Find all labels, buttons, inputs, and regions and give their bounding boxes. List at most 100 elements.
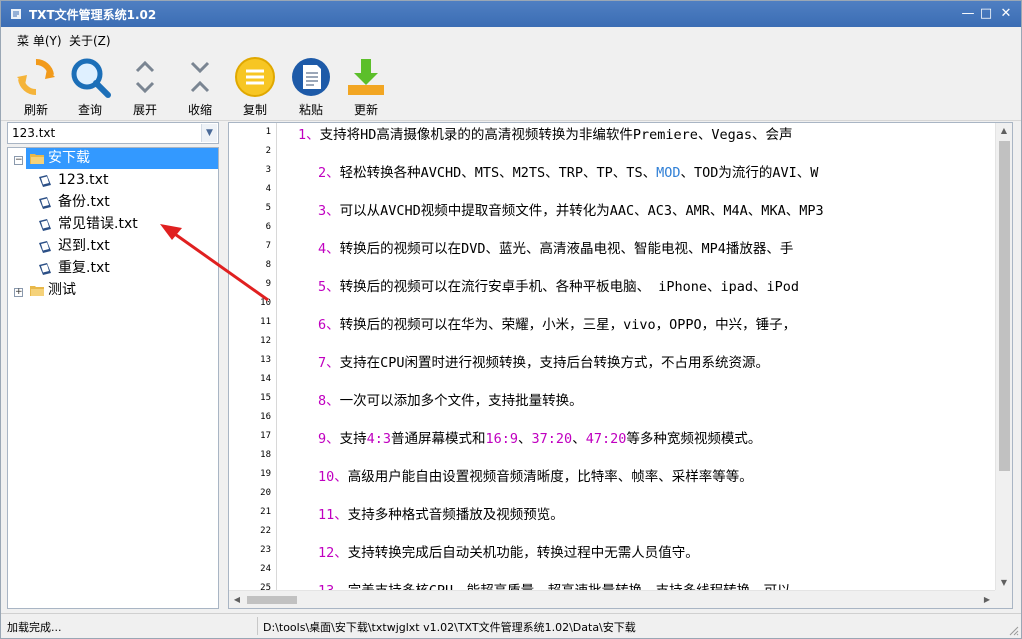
- text-editor[interactable]: 1 2 3 4 5 6 7 8 9 10 11 12 13 14 15 16 17 18 19 20 21 22 23 24 2…: [228, 122, 1013, 609]
- app-window: TXT文件管理系统1.02 — □ ✕ 菜 单(Y) 关于(Z) 刷新 查询 展…: [0, 0, 1022, 639]
- update-label: 更新: [353, 103, 378, 117]
- list-number: 11、: [318, 507, 348, 523]
- minimize-button[interactable]: —: [959, 5, 977, 23]
- file-selector[interactable]: 123.txt ▼: [7, 122, 219, 144]
- line-number: 17: [260, 431, 271, 441]
- code-line: 8、一次可以添加多个文件，支持批量转换。: [318, 389, 583, 409]
- status-path: D:\tools\桌面\安下载\txtwjglxt v1.02\TXT文件管理系…: [263, 621, 636, 634]
- maximize-button[interactable]: □: [977, 5, 995, 23]
- line-number: 24: [260, 564, 271, 574]
- code-line: 4、转换后的视频可以在DVD、蓝光、高清液晶电视、智能电视、MP4播放器、手: [318, 237, 793, 257]
- vertical-scrollbar[interactable]: ▲ ▼: [995, 123, 1012, 591]
- tree-item-folder[interactable]: 测试: [26, 280, 176, 301]
- code-line: 2、轻松转换各种AVCHD、MTS、M2TS、TRP、TP、TS、MOD、TOD…: [318, 161, 818, 181]
- search-label: 查询: [77, 103, 102, 117]
- list-number: 2、: [318, 165, 340, 181]
- line-text: 转换后的视频可以在华为、荣耀，小米，三星，vivo，OPPO，中兴，锤子，: [339, 317, 797, 333]
- paste-button[interactable]: 粘贴: [286, 55, 336, 117]
- list-number: 8、: [318, 393, 340, 409]
- scroll-right-icon[interactable]: ▶: [979, 591, 995, 608]
- collapse-icon: [190, 61, 210, 93]
- text-file-icon: [39, 197, 51, 209]
- refresh-icon: [17, 58, 55, 96]
- tree-item-label: 安下载: [48, 150, 90, 166]
- list-number: 9、: [318, 431, 340, 447]
- tree-file-item[interactable]: 备份.txt: [38, 192, 208, 213]
- menu-about[interactable]: 关于(Z): [69, 32, 111, 49]
- code-line: 5、转换后的视频可以在流行安卓手机、各种平板电脑、 iPhone、ipad、iP…: [318, 275, 799, 295]
- line-number: 21: [260, 507, 271, 517]
- collapse-label: 收缩: [187, 103, 212, 117]
- resize-grip-icon[interactable]: [1007, 624, 1019, 636]
- paste-label: 粘贴: [298, 103, 323, 117]
- line-number: 22: [260, 526, 271, 536]
- file-selector-value: 123.txt: [12, 126, 56, 140]
- text-segment: 支持: [339, 431, 367, 447]
- expand-button[interactable]: 展开: [120, 55, 170, 117]
- left-panel: 123.txt ▼ − 安下载 123.txt 备份.txt 常见错误.txt …: [7, 122, 221, 609]
- tree-file-item[interactable]: 123.txt: [38, 170, 208, 191]
- code-line: 7、支持在CPU闲置时进行视频转换，支持后台转换方式，不占用系统资源。: [318, 351, 769, 371]
- editor-content[interactable]: 1、支持将HD高清摄像机录的的高清视频转换为非编软件Premiere、Vegas…: [278, 123, 995, 591]
- refresh-button[interactable]: 刷新: [11, 55, 61, 117]
- status-bar: 加载完成... D:\tools\桌面\安下载\txtwjglxt v1.02\…: [1, 613, 1021, 638]
- refresh-label: 刷新: [23, 103, 48, 117]
- scroll-down-icon[interactable]: ▼: [996, 575, 1012, 591]
- horizontal-scroll-thumb[interactable]: [247, 596, 297, 604]
- code-line: 10、高级用户能自由设置视频音频清晰度，比特率、帧率、采样率等等。: [318, 465, 753, 485]
- list-number: 4、: [318, 241, 340, 257]
- line-text: 高级用户能自由设置视频音频清晰度，比特率、帧率、采样率等等。: [347, 469, 753, 485]
- text-segment: 、: [572, 431, 586, 447]
- tree-file-item[interactable]: 重复.txt: [38, 258, 208, 279]
- scroll-left-icon[interactable]: ◀: [229, 591, 245, 608]
- line-number: 20: [260, 488, 271, 498]
- tree-file-label: 常见错误.txt: [58, 216, 138, 232]
- close-button[interactable]: ✕: [997, 5, 1015, 23]
- line-number: 16: [260, 412, 271, 422]
- tree-collapse-toggle[interactable]: −: [14, 156, 23, 165]
- line-text: 支持转换完成后自动关机功能，转换过程中无需人员值守。: [347, 545, 699, 561]
- line-text: 支持将HD高清摄像机录的的高清视频转换为非编软件Premiere、Vegas、会…: [319, 127, 793, 143]
- ratio-highlight: 37:20: [531, 431, 573, 447]
- tree-file-item[interactable]: 迟到.txt: [38, 236, 208, 257]
- collapse-button[interactable]: 收缩: [175, 55, 225, 117]
- search-button[interactable]: 查询: [65, 55, 115, 117]
- line-text: 支持多种格式音频播放及视频预览。: [347, 507, 564, 523]
- line-number: 4: [265, 184, 271, 194]
- copy-button[interactable]: 复制: [230, 55, 280, 117]
- line-text: 一次可以添加多个文件，支持批量转换。: [339, 393, 583, 409]
- text-segment: 等多种宽频视频模式。: [626, 431, 762, 447]
- code-line: 11、支持多种格式音频播放及视频预览。: [318, 503, 564, 523]
- menu-main[interactable]: 菜 单(Y): [17, 32, 62, 49]
- text-file-icon: [39, 241, 51, 253]
- line-number: 1: [265, 127, 271, 137]
- scroll-up-icon[interactable]: ▲: [996, 123, 1012, 139]
- tree-item-root[interactable]: 安下载: [26, 148, 218, 169]
- line-number: 7: [265, 241, 271, 251]
- tree-file-label: 迟到.txt: [58, 238, 110, 254]
- ratio-highlight: 4:3: [366, 431, 392, 447]
- tree-file-item[interactable]: 常见错误.txt: [38, 214, 208, 235]
- vertical-scroll-thumb[interactable]: [999, 141, 1010, 471]
- line-text-tail: 、TOD为流行的AVI、W: [680, 165, 819, 181]
- line-text: 支持在CPU闲置时进行视频转换，支持后台转换方式，不占用系统资源。: [339, 355, 770, 371]
- folder-icon: [30, 154, 44, 164]
- tree-file-label: 备份.txt: [58, 194, 110, 210]
- title-bar: TXT文件管理系统1.02 — □ ✕: [1, 1, 1021, 27]
- update-button[interactable]: 更新: [341, 55, 391, 117]
- chevron-down-icon[interactable]: ▼: [201, 124, 217, 142]
- list-number: 1、: [298, 127, 320, 143]
- tree-expand-toggle[interactable]: +: [14, 288, 23, 297]
- line-number: 2: [265, 146, 271, 156]
- horizontal-scrollbar[interactable]: ◀ ▶: [229, 590, 995, 608]
- line-number: 18: [260, 450, 271, 460]
- list-number: 5、: [318, 279, 340, 295]
- copy-label: 复制: [242, 103, 267, 117]
- expand-label: 展开: [132, 103, 157, 117]
- text-file-icon: [39, 263, 51, 275]
- copy-icon: [235, 57, 275, 97]
- line-number: 5: [265, 203, 271, 213]
- list-number: 7、: [318, 355, 340, 371]
- line-text: 转换后的视频可以在DVD、蓝光、高清液晶电视、智能电视、MP4播放器、手: [339, 241, 794, 257]
- line-number: 9: [265, 279, 271, 289]
